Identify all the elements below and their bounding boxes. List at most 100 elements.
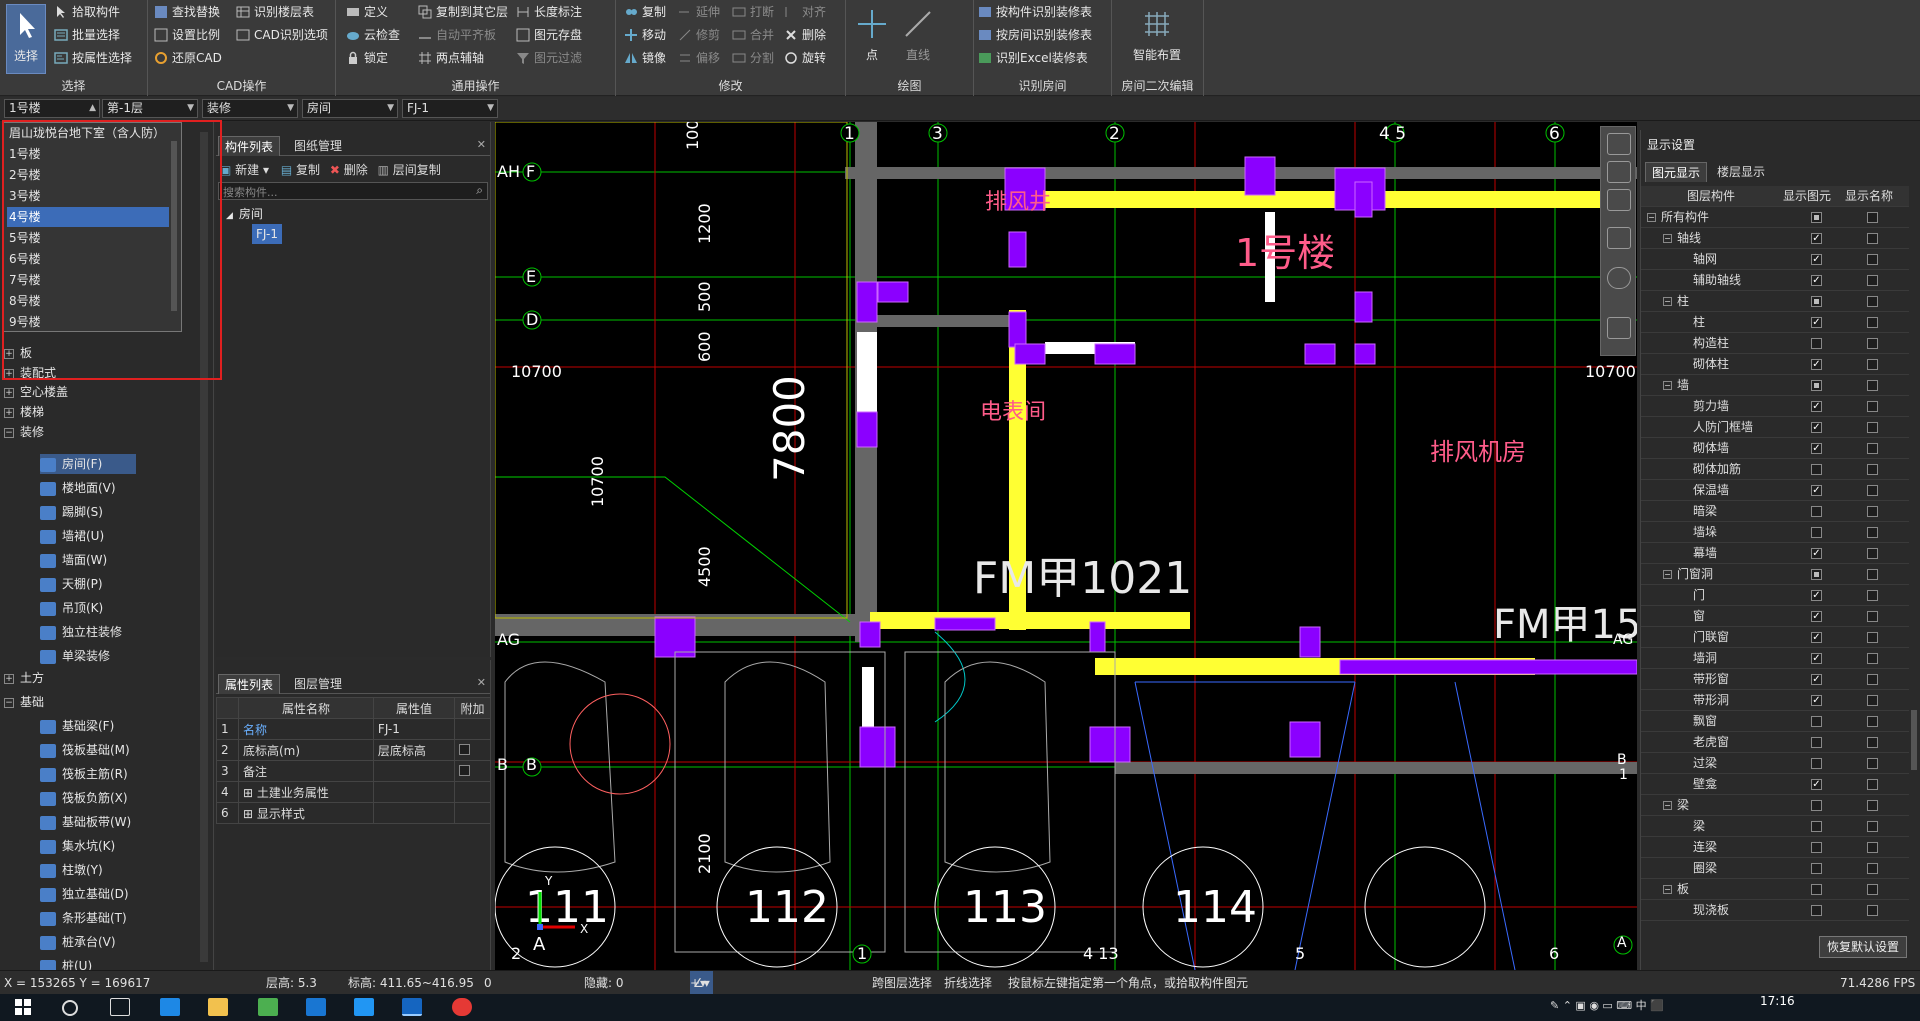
display-row[interactable]: 构造柱 xyxy=(1641,333,1909,354)
display-row[interactable]: − 板 xyxy=(1641,879,1909,900)
copy-button[interactable]: 复制 xyxy=(622,2,666,22)
tree-node-decoration[interactable]: − 装修 xyxy=(4,422,44,442)
windows-start-icon[interactable] xyxy=(14,998,34,1016)
show-element-checkbox[interactable] xyxy=(1811,842,1822,853)
restore-cad-button[interactable]: 还原CAD xyxy=(152,48,222,68)
display-row[interactable]: 暗梁 xyxy=(1641,501,1909,522)
show-name-checkbox[interactable] xyxy=(1867,338,1878,349)
search-icon[interactable] xyxy=(62,1000,78,1016)
show-element-checkbox[interactable]: ✓ xyxy=(1811,359,1822,370)
chrome-icon[interactable] xyxy=(452,998,472,1016)
display-row[interactable]: − 轴线 ✓ xyxy=(1641,228,1909,249)
display-row[interactable]: − 所有构件 xyxy=(1641,207,1909,228)
display-row[interactable]: 现浇板 xyxy=(1641,900,1909,921)
show-name-checkbox[interactable] xyxy=(1867,212,1878,223)
show-name-checkbox[interactable] xyxy=(1867,506,1878,517)
recognize-by-component-button[interactable]: 按构件识别装修表 xyxy=(976,2,1092,22)
tree-item-floor-finish[interactable]: 楼地面(V) xyxy=(40,478,116,498)
show-element-checkbox[interactable]: ✓ xyxy=(1811,779,1822,790)
tree-item-sump[interactable]: 集水坑(K) xyxy=(40,836,115,856)
property-row[interactable]: 1 名称 FJ-1 xyxy=(216,718,491,740)
tree-item-foundation-beam[interactable]: 基础梁(F) xyxy=(40,716,114,736)
show-element-checkbox[interactable] xyxy=(1811,464,1822,475)
move-button[interactable]: 移动 xyxy=(622,25,666,45)
recognize-floor-table-button[interactable]: 识别楼层表 xyxy=(234,2,314,22)
expand-icon[interactable]: + xyxy=(4,673,14,684)
mail-icon[interactable] xyxy=(306,998,326,1016)
tab-floor-display[interactable]: 楼层显示 xyxy=(1711,162,1771,182)
top-view-icon[interactable] xyxy=(1607,189,1631,211)
show-name-checkbox[interactable] xyxy=(1867,527,1878,538)
cube-view-icon[interactable] xyxy=(1607,227,1631,249)
tree-item-pedestal[interactable]: 柱墩(Y) xyxy=(40,860,103,880)
show-element-checkbox[interactable] xyxy=(1811,569,1822,580)
property-row[interactable]: 3 备注 xyxy=(216,760,491,782)
cad-recognize-options-button[interactable]: CAD识别选项 xyxy=(234,25,328,45)
show-name-checkbox[interactable] xyxy=(1867,275,1878,286)
tree-item-raft[interactable]: 筏板基础(M) xyxy=(40,740,130,760)
tree-node-slab[interactable]: + 板 xyxy=(4,343,32,363)
two-point-aux-axis-button[interactable]: 两点辅轴 xyxy=(416,48,484,68)
display-row[interactable]: 带形洞 ✓ xyxy=(1641,690,1909,711)
building-option[interactable]: 5号楼 xyxy=(7,228,169,248)
show-name-checkbox[interactable] xyxy=(1867,443,1878,454)
display-row[interactable]: − 梁 xyxy=(1641,795,1909,816)
property-row[interactable]: 2 底标高(m) 层底标高 xyxy=(216,739,491,761)
element-save-button[interactable]: 图元存盘 xyxy=(514,25,582,45)
draw-line-button[interactable]: 直线 xyxy=(896,4,940,74)
property-row[interactable]: 4 ⊞ 土建业务属性 xyxy=(216,781,491,803)
show-name-checkbox[interactable] xyxy=(1867,653,1878,664)
glodon-app-icon[interactable] xyxy=(402,998,422,1016)
show-element-checkbox[interactable]: ✓ xyxy=(1811,317,1822,328)
attach-checkbox[interactable] xyxy=(459,765,470,776)
show-element-checkbox[interactable] xyxy=(1811,758,1822,769)
show-element-checkbox[interactable]: ✓ xyxy=(1811,590,1822,601)
show-element-checkbox[interactable] xyxy=(1811,716,1822,727)
folder-icon[interactable] xyxy=(208,998,228,1016)
building-option[interactable]: 6号楼 xyxy=(7,249,169,269)
tree-item-ceiling[interactable]: 天棚(P) xyxy=(40,574,103,594)
building-option[interactable]: 8号楼 xyxy=(7,291,169,311)
show-name-checkbox[interactable] xyxy=(1867,464,1878,475)
display-row[interactable]: 门联窗 ✓ xyxy=(1641,627,1909,648)
tree-item-skirting[interactable]: 踢脚(S) xyxy=(40,502,103,522)
close-icon[interactable]: ✕ xyxy=(477,138,486,151)
show-element-checkbox[interactable]: ✓ xyxy=(1811,422,1822,433)
break-button[interactable]: 打断 xyxy=(730,2,774,22)
show-name-checkbox[interactable] xyxy=(1867,590,1878,601)
split-button[interactable]: 分割 xyxy=(730,48,774,68)
display-row[interactable]: 辅助轴线 ✓ xyxy=(1641,270,1909,291)
tree-item-pile[interactable]: 桩(U) xyxy=(40,956,92,970)
show-element-checkbox[interactable] xyxy=(1811,380,1822,391)
collapse-icon[interactable]: − xyxy=(1663,570,1672,579)
floor-select[interactable]: 第-1层 ▼ xyxy=(102,99,198,118)
element-filter-button[interactable]: 图元过滤 xyxy=(514,48,582,68)
display-row[interactable]: 飘窗 xyxy=(1641,711,1909,732)
display-row[interactable]: − 墙 xyxy=(1641,375,1909,396)
cad-canvas[interactable]: 1 3 2 4 5 6 AH F E D AG B B 100 1200 500… xyxy=(495,122,1637,970)
tree-item-beam-finish[interactable]: 单梁装修 xyxy=(40,646,110,666)
show-name-checkbox[interactable] xyxy=(1867,254,1878,265)
find-replace-button[interactable]: 查找替换 xyxy=(152,2,220,22)
show-element-checkbox[interactable] xyxy=(1811,506,1822,517)
show-element-checkbox[interactable] xyxy=(1811,863,1822,874)
show-element-checkbox[interactable] xyxy=(1811,884,1822,895)
show-element-checkbox[interactable]: ✓ xyxy=(1811,485,1822,496)
tab-property-list[interactable]: 属性列表 xyxy=(218,674,281,694)
tree-item-suspended-ceiling[interactable]: 吊顶(K) xyxy=(40,598,103,618)
display-row[interactable]: 幕墙 ✓ xyxy=(1641,543,1909,564)
display-row[interactable]: 砌体加筋 xyxy=(1641,459,1909,480)
tree-node-foundation[interactable]: − 基础 xyxy=(4,692,44,712)
tree-scrollbar[interactable] xyxy=(200,132,208,962)
display-row[interactable]: 保温墙 ✓ xyxy=(1641,480,1909,501)
show-name-checkbox[interactable] xyxy=(1867,569,1878,580)
show-name-checkbox[interactable] xyxy=(1867,674,1878,685)
layout-icon[interactable] xyxy=(1607,317,1631,339)
auto-level-slab-button[interactable]: 自动平齐板 xyxy=(416,25,496,45)
show-name-checkbox[interactable] xyxy=(1867,632,1878,643)
tree-node-prefab[interactable]: + 装配式 xyxy=(4,363,56,383)
show-element-checkbox[interactable] xyxy=(1811,527,1822,538)
tree-node-stairs[interactable]: + 楼梯 xyxy=(4,402,44,422)
tray-icons[interactable]: ✎ ⌃ ▣ ◉ ▭ ⌨ 中 ⬛ xyxy=(1550,997,1664,1013)
show-element-checkbox[interactable]: ✓ xyxy=(1811,233,1822,244)
